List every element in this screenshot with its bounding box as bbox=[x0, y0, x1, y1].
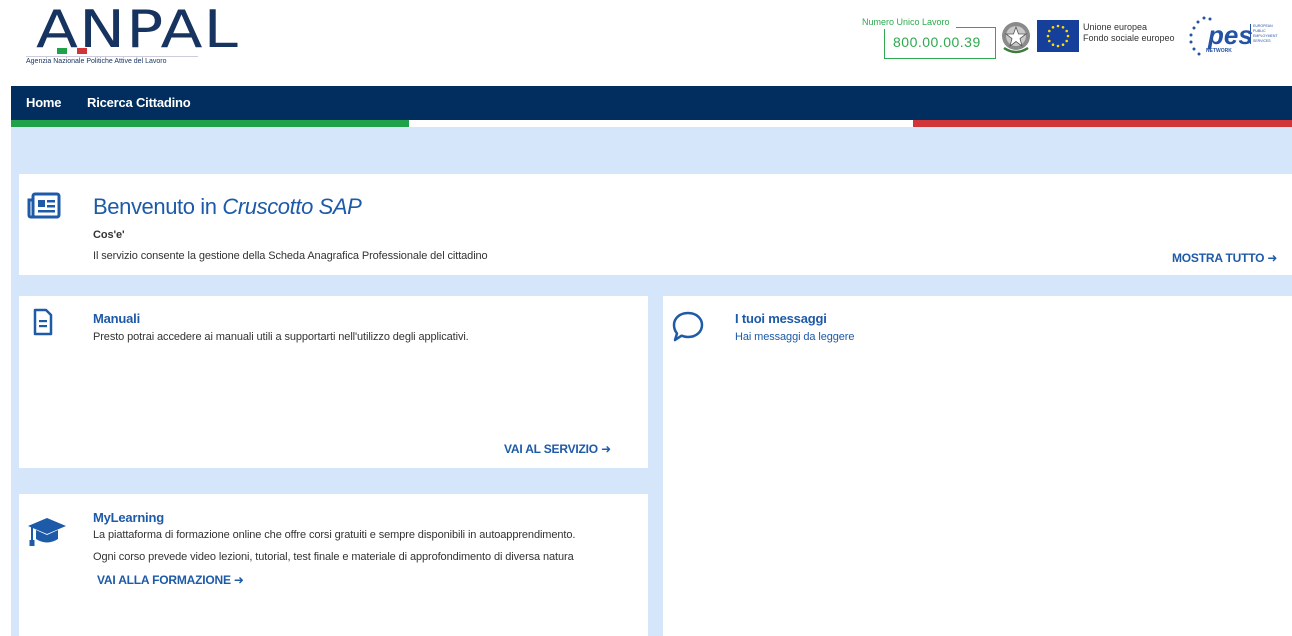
arrow-right-icon: ➜ bbox=[1267, 251, 1278, 265]
header: ANPAL Agenzia Nazionale Politiche Attive… bbox=[0, 0, 1292, 86]
manuali-description: Presto potrai accedere ai manuali utili … bbox=[93, 331, 469, 343]
vai-al-servizio-link[interactable]: VAI AL SERVIZIO ➜ bbox=[504, 442, 611, 456]
main-nav: Home Ricerca Cittadino bbox=[11, 86, 1292, 120]
nav-item-ricerca-cittadino[interactable]: Ricerca Cittadino bbox=[87, 95, 191, 110]
pes-wordmark: pes bbox=[1208, 20, 1253, 50]
pes-network-label: NETWORK bbox=[1206, 48, 1232, 54]
arrow-right-icon: ➜ bbox=[233, 573, 244, 587]
eu-line2: Fondo sociale europeo bbox=[1083, 33, 1175, 43]
logo-subtitle: Agenzia Nazionale Politiche Attive del L… bbox=[26, 58, 167, 65]
graduation-cap-icon bbox=[27, 516, 67, 553]
pes-network-logo: pes NETWORK EUROPEAN PUBLIC EMPLOYMENT S… bbox=[1186, 14, 1278, 60]
anpal-logo[interactable]: ANPAL Agenzia Nazionale Politiche Attive… bbox=[26, 0, 238, 70]
mylearning-line1: La piattaforma di formazione online che … bbox=[93, 529, 576, 541]
vai-alla-formazione-label: VAI ALLA FORMAZIONE bbox=[97, 573, 231, 587]
tricolor-bar bbox=[11, 120, 1292, 127]
messaggi-subtitle[interactable]: Hai messaggi da leggere bbox=[735, 331, 854, 343]
italian-emblem-icon bbox=[1000, 18, 1032, 56]
messaggi-title: I tuoi messaggi bbox=[735, 311, 827, 326]
eu-text: Unione europea Fondo sociale europeo bbox=[1083, 22, 1175, 44]
manuali-title: Manuali bbox=[93, 311, 140, 326]
pes-side-label: EUROPEAN PUBLIC EMPLOYMENT SERVICES bbox=[1250, 24, 1278, 44]
vai-al-servizio-label: VAI AL SERVIZIO bbox=[504, 442, 598, 456]
numero-value: 800.00.00.39 bbox=[893, 34, 981, 50]
logo-divider bbox=[26, 56, 198, 57]
welcome-card: Benvenuto in Cruscotto SAP Cos'e' Il ser… bbox=[19, 174, 1292, 275]
eu-line1: Unione europea bbox=[1083, 22, 1148, 32]
welcome-title-prefix: Benvenuto in bbox=[93, 194, 223, 219]
mylearning-title: MyLearning bbox=[93, 510, 164, 525]
numero-box: 800.00.00.39 bbox=[884, 27, 996, 59]
news-icon bbox=[27, 192, 61, 225]
welcome-subtitle: Cos'e' bbox=[93, 229, 125, 241]
mylearning-card: MyLearning La piattaforma di formazione … bbox=[19, 494, 648, 636]
logo-flag bbox=[57, 48, 87, 54]
mylearning-line2: Ogni corso prevede video lezioni, tutori… bbox=[93, 551, 574, 563]
numero-unico-lavoro: Numero Unico Lavoro 800.00.00.39 bbox=[862, 17, 996, 59]
numero-label: Numero Unico Lavoro bbox=[862, 17, 950, 27]
mostra-tutto-link[interactable]: MOSTRA TUTTO ➜ bbox=[1172, 251, 1277, 265]
vai-alla-formazione-link[interactable]: VAI ALLA FORMAZIONE ➜ bbox=[97, 573, 244, 587]
welcome-title: Benvenuto in Cruscotto SAP bbox=[93, 194, 362, 220]
nav-item-home[interactable]: Home bbox=[26, 95, 62, 110]
messaggi-card: I tuoi messaggi Hai messaggi da leggere bbox=[663, 296, 1292, 636]
document-icon bbox=[33, 308, 53, 341]
welcome-description: Il servizio consente la gestione della S… bbox=[93, 250, 488, 262]
chat-bubble-icon bbox=[671, 310, 705, 349]
welcome-title-app: Cruscotto SAP bbox=[222, 194, 362, 219]
eu-flag-icon bbox=[1037, 20, 1079, 52]
manuali-card: Manuali Presto potrai accedere ai manual… bbox=[19, 296, 648, 468]
arrow-right-icon: ➜ bbox=[601, 442, 611, 456]
mostra-tutto-label: MOSTRA TUTTO bbox=[1172, 251, 1265, 265]
